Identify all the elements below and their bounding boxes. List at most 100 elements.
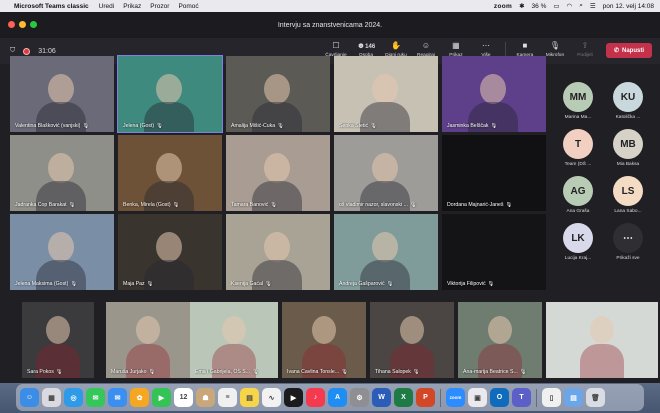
avatar-name: Mia Baksa (616, 162, 640, 167)
video-tile-bottom[interactable]: Maruša Jurjako 🎙 (106, 302, 190, 378)
teams-icon[interactable]: T (512, 388, 531, 407)
video-tile[interactable]: Viktorija Filipović 🎙 (442, 214, 546, 290)
participant-name: Ivana Čavlina Tonsle... 🎙 (287, 369, 348, 375)
wifi-icon[interactable]: ◠ (567, 2, 573, 10)
video-tile-bottom[interactable]: Ema i Gabrijela, OŠ S... 🎙 (190, 302, 278, 378)
word-icon[interactable]: W (372, 388, 391, 407)
mic-muted-icon: 🎙 (487, 281, 495, 287)
facetime-icon[interactable]: ▶ (152, 388, 171, 407)
calendar-icon[interactable]: 12 (174, 388, 193, 407)
roster-avatar[interactable]: T Team (DŠ ... (555, 129, 601, 167)
mail-icon[interactable]: ✉ (108, 388, 127, 407)
safari-icon[interactable]: ◎ (64, 388, 83, 407)
contacts-icon[interactable]: ☗ (196, 388, 215, 407)
trash-icon[interactable]: 🗑 (586, 388, 605, 407)
roster-avatar[interactable]: AG Ana Graša (555, 176, 601, 214)
video-tile[interactable]: Jasminka Belščak 🎙 (442, 56, 546, 132)
video-tile[interactable]: Jelena Maksima (Gost) 🎙 (10, 214, 114, 290)
menu-help[interactable]: Pomoć (178, 3, 198, 10)
excel-icon[interactable]: X (394, 388, 413, 407)
show-all-button[interactable]: ⋯ Prikaži sve (605, 223, 651, 261)
roster-avatar[interactable]: MM Marina Ma... (555, 82, 601, 120)
close-window-button[interactable] (8, 21, 15, 28)
video-tile[interactable]: Jelena (Gost) 🎙 (117, 55, 223, 133)
participant-video (312, 316, 336, 344)
leave-button[interactable]: ✆ Napusti (605, 43, 652, 58)
recording-icon[interactable] (23, 47, 31, 55)
share-button[interactable]: ⇪ Podijeli (570, 40, 600, 58)
video-tile[interactable]: Jadranka Čop Barakat 🎙 (10, 135, 114, 211)
zoom-app-icon[interactable]: zoom (446, 388, 465, 407)
appletv-icon[interactable]: ▶ (284, 388, 303, 407)
document-icon[interactable]: ▯ (542, 388, 561, 407)
dock-separator (536, 388, 537, 407)
more-icon: ⋯ (481, 41, 490, 50)
menu-view[interactable]: Prikaz (123, 3, 141, 10)
video-tile-bottom[interactable]: Ivana Čavlina Tonsle... 🎙 (282, 302, 366, 378)
freeform-icon[interactable]: ∿ (262, 388, 281, 407)
photos-icon[interactable]: ✿ (130, 388, 149, 407)
video-tile-bottom[interactable]: Tihana Salopek 🎙 (370, 302, 454, 378)
minimize-window-button[interactable] (19, 21, 26, 28)
bluetooth-icon[interactable]: ✱ (519, 2, 524, 10)
hand-icon: ✋ (390, 41, 401, 50)
participant-video (372, 232, 398, 262)
participant-video (372, 74, 398, 104)
video-tile[interactable]: Ksenija Gaćal 🎙 (226, 214, 330, 290)
video-tile[interactable]: oš vladimir nazor, slavonski ... 🎙 (334, 135, 438, 211)
video-tile[interactable]: Maja Paz 🎙 (118, 214, 222, 290)
mic-muted-icon: 🎙 (277, 123, 284, 129)
avatar: LK (563, 223, 593, 253)
video-tile-bottom[interactable]: Ana-marija Beatrice S... 🎙 (458, 302, 542, 378)
video-tile[interactable]: Senka Štetić 🎙 (334, 56, 438, 132)
mic-muted-icon: 🎙 (70, 281, 77, 287)
video-tile-bottom[interactable]: Sara Pokos 🎙 (22, 302, 94, 378)
video-tile[interactable]: Benka, Mirela (Gost) 🎙 (118, 135, 222, 211)
launchpad-icon[interactable]: ▦ (42, 388, 61, 407)
participant-name: Jelena (Gost) 🎙 (123, 123, 163, 129)
participant-name: Tihana Salopek 🎙 (375, 369, 420, 375)
maximize-window-button[interactable] (30, 21, 37, 28)
video-tile[interactable]: Andreja Gašparović 🎙 (334, 214, 438, 290)
avatar-name: Katolička ... (615, 115, 641, 120)
menu-app-name[interactable]: Microsoft Teams classic (14, 3, 89, 10)
roster-avatar[interactable]: LK Lucija Kraj... (555, 223, 601, 261)
mic-muted-icon: 🎙 (172, 202, 180, 208)
menu-window[interactable]: Prozor (150, 3, 169, 10)
clock[interactable]: pon 12. velj 14:08 (603, 3, 654, 10)
roster-avatar[interactable]: KU Katolička ... (605, 82, 651, 120)
roster-avatar[interactable]: MB Mia Baksa (605, 129, 651, 167)
messages-icon[interactable]: ✉ (86, 388, 105, 407)
avatar-name: Prikaži sve (616, 256, 640, 261)
menu-edit[interactable]: Uredi (99, 3, 115, 10)
battery-icon[interactable]: ▭ (553, 2, 559, 10)
participant-video (222, 316, 246, 344)
video-tile[interactable]: Amalija Mišić-Čuka 🎙 (226, 56, 330, 132)
zoom-status[interactable]: zoom (494, 3, 512, 10)
video-tile[interactable]: Tamara Banović 🎙 (226, 135, 330, 211)
settings-icon[interactable]: ⚙ (350, 388, 369, 407)
outlook-icon[interactable]: O (490, 388, 509, 407)
video-tile[interactable]: Dordana Majnarić-Janeš 🎙 (442, 135, 546, 211)
notes-icon[interactable]: ▤ (240, 388, 259, 407)
video-tile[interactable]: Valentina Blašković (vanjski) 🎙 (10, 56, 114, 132)
preview-icon[interactable]: ▣ (468, 388, 487, 407)
participant-video (372, 153, 398, 183)
battery-percent[interactable]: 36 % (532, 3, 547, 10)
roster-avatar[interactable]: LS Lana Sabo... (605, 176, 651, 214)
powerpoint-icon[interactable]: P (416, 388, 435, 407)
participant-name: Jelena Maksima (Gost) 🎙 (15, 281, 77, 287)
meeting-timer: 31:06 (38, 47, 56, 55)
video-tile-bottom[interactable] (546, 302, 658, 378)
control-center-icon[interactable]: ☰ (590, 2, 596, 10)
mic-muted-icon: 🎙 (252, 369, 259, 375)
finder-icon[interactable]: ☺ (20, 388, 39, 407)
participant-name: oš vladimir nazor, slavonski ... 🎙 (339, 202, 417, 208)
downloads-icon[interactable]: ▤ (564, 388, 583, 407)
music-icon[interactable]: ♪ (306, 388, 325, 407)
reminders-icon[interactable]: ≡ (218, 388, 237, 407)
appstore-icon[interactable]: A (328, 388, 347, 407)
shield-icon[interactable]: ⛉ (10, 47, 15, 55)
search-icon[interactable]: ⌕ (579, 2, 583, 10)
participant-name: Andreja Gašparović 🎙 (339, 281, 394, 287)
